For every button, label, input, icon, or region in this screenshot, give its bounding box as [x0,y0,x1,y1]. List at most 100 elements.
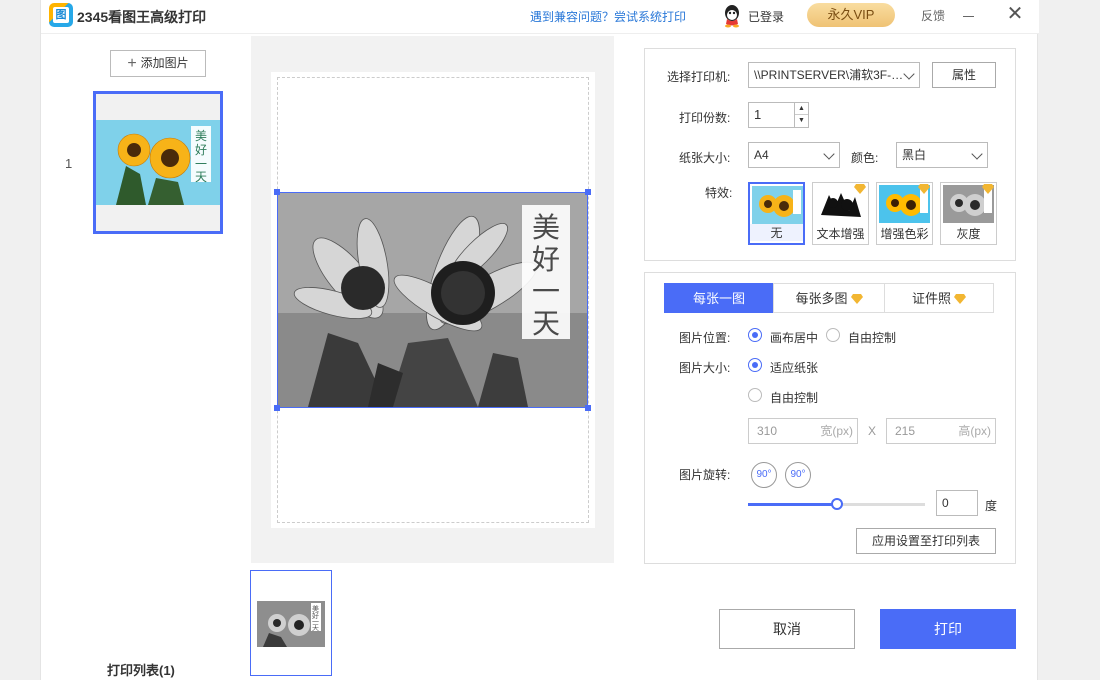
resize-handle-tl[interactable] [274,189,280,195]
minimize-icon[interactable] [959,5,979,25]
list-item-index: 1 [65,156,73,171]
copies-input[interactable]: 1 [748,102,796,128]
effect-grayscale[interactable]: 灰度 [940,182,997,245]
vip-gem-icon [982,184,994,194]
decrement-icon[interactable]: ▼ [795,115,808,127]
thumb-image-text: 美好一天 [195,129,207,184]
resize-handle-br[interactable] [585,405,591,411]
user-icon[interactable] [721,4,743,28]
effect-text-enhance-label: 文本增强 [816,227,865,241]
copies-label: 打印份数: [679,111,731,125]
tab-one-per-page[interactable]: 每张一图 [664,283,774,313]
printer-label: 选择打印机: [667,70,731,84]
dimension-separator: X [868,424,877,438]
resize-handle-tr[interactable] [585,189,591,195]
radio-position-free[interactable] [826,328,840,342]
copies-stepper: ▲ ▼ [794,102,809,128]
paper-size-select[interactable]: A4 [748,142,840,168]
tab-label: 每张多图 [795,291,848,306]
tab-label: 每张一图 [692,291,745,306]
rotate-left-icon[interactable]: 90° [751,462,777,488]
image-size-label: 图片大小: [679,361,731,375]
vip-gem-icon [850,294,863,304]
sunflower-grayscale-image: 美 好 一 天 [278,193,587,407]
svg-text:天: 天 [195,170,207,184]
paper-size-value: A4 [754,148,769,162]
close-icon[interactable]: ✕ [1005,4,1025,24]
image-rotate-label: 图片旋转: [679,468,731,482]
rotation-input[interactable]: 0 [936,490,978,516]
properties-button[interactable]: 属性 [932,62,996,88]
rotation-unit: 度 [985,499,998,513]
width-value: 310 [757,424,778,438]
svg-text:一: 一 [532,275,560,308]
radio-size-fit[interactable] [748,358,762,372]
printer-value: \\PRINTSERVER\浦软3F-… [754,68,904,82]
vip-gem-icon [854,184,866,194]
feedback-link[interactable]: 反馈 [921,7,945,24]
slider-thumb[interactable] [830,498,843,510]
page-thumbnail[interactable]: 美好一天 [250,570,332,676]
svg-text:好: 好 [532,243,560,276]
chevron-down-icon [823,148,835,160]
preview-image-text: 美 好 一 天 [532,211,560,340]
image-position-label: 图片位置: [679,331,731,345]
rotate-right-icon[interactable]: 90° [785,462,811,488]
print-list-count: 打印列表(1) [107,663,175,678]
page-thumb-image: 美好一天 [251,571,331,675]
login-status[interactable]: 已登录 [748,8,784,25]
radio-position-center[interactable] [748,328,762,342]
svg-text:一: 一 [195,157,207,171]
svg-text:美: 美 [195,129,207,143]
effect-color-enhance-label: 增强色彩 [880,227,929,241]
position-center-label[interactable]: 画布居中 [770,329,818,346]
tab-multiple-per-page[interactable]: 每张多图 [773,283,885,313]
svg-text:美: 美 [532,211,560,244]
add-image-label: 添加图片 [140,56,189,70]
color-value: 黑白 [902,148,927,162]
preview-image-frame[interactable]: 美 好 一 天 [274,189,591,411]
color-label: 颜色: [851,151,879,165]
position-free-label[interactable]: 自由控制 [848,329,896,346]
effect-none[interactable]: 无 [748,182,805,245]
size-fit-label[interactable]: 适应纸张 [770,359,818,376]
chevron-down-icon [903,68,915,80]
app-title: 2345看图王高级打印 [77,9,207,25]
height-unit: 高(px) [958,424,991,438]
effect-none-preview [752,186,803,224]
svg-text:天: 天 [312,624,319,632]
chevron-down-icon [971,148,983,160]
sunflower-color-thumb: 美好一天 [96,94,220,231]
width-input[interactable]: 310 宽(px) [748,418,858,444]
increment-icon[interactable]: ▲ [795,103,808,115]
effects-label: 特效: [705,186,733,200]
print-button[interactable]: 打印 [880,609,1016,649]
cancel-button[interactable]: 取消 [719,609,855,649]
printer-select[interactable]: \\PRINTSERVER\浦软3F-… [748,62,920,88]
vip-button[interactable]: 永久VIP [807,3,895,27]
effect-text-enhance[interactable]: 文本增强 [812,182,869,245]
resize-handle-bl[interactable] [274,405,280,411]
system-print-link[interactable]: 遇到兼容问题？尝试系统打印 [530,8,686,25]
tab-id-photo[interactable]: 证件照 [884,283,994,313]
vip-gem-icon [918,184,930,194]
plus-icon: + [127,55,137,72]
width-unit: 宽(px) [820,424,853,438]
title-bar: 图 2345看图王高级打印 遇到兼容问题？尝试系统打印 已登录 永久VIP 反馈… [41,0,1039,34]
size-free-label[interactable]: 自由控制 [770,389,818,406]
app-logo-icon: 图 [49,3,73,27]
height-input[interactable]: 215 高(px) [886,418,996,444]
effect-none-label: 无 [750,224,803,241]
svg-text:天: 天 [532,307,560,340]
rotation-slider[interactable] [748,498,925,510]
color-select[interactable]: 黑白 [896,142,988,168]
radio-size-free[interactable] [748,388,762,402]
height-value: 215 [895,424,916,438]
effect-color-enhance[interactable]: 增强色彩 [876,182,933,245]
effect-grayscale-label: 灰度 [956,227,981,241]
svg-text:好: 好 [195,143,207,157]
apply-to-list-button[interactable]: 应用设置至打印列表 [856,528,996,554]
list-item-thumbnail[interactable]: 美好一天 [93,91,223,234]
add-image-button[interactable]: + 添加图片 [110,50,206,77]
print-window: 图 2345看图王高级打印 遇到兼容问题？尝试系统打印 已登录 永久VIP 反馈… [40,0,1039,680]
